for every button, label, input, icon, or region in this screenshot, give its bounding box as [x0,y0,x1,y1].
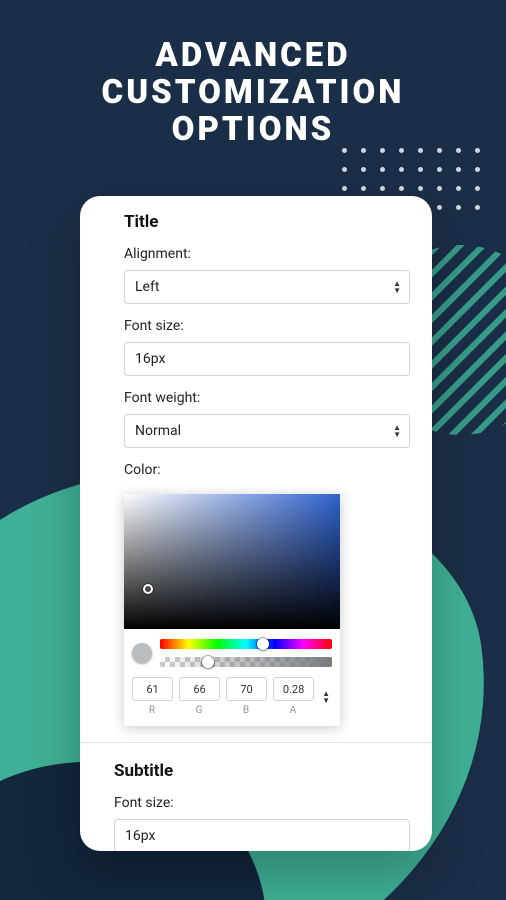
title-section-heading: Title [80,210,432,242]
fontweight-field: Font weight: Normal ▲▼ [80,386,432,458]
r-label: R [132,705,173,716]
section-divider [80,742,432,743]
settings-card: Title Alignment: Left ▲▼ Font size: 16px… [80,196,432,851]
alpha-thumb[interactable] [202,656,214,668]
r-input[interactable]: 61 [132,677,173,701]
color-mode-stepper-icon[interactable]: ▲▼ [320,690,332,704]
hero-heading: Advanced Customization Options [0,38,506,149]
alignment-select[interactable]: Left ▲▼ [124,270,410,304]
select-stepper-icon: ▲▼ [393,415,401,447]
hero-line-3: Options [0,112,506,149]
rgba-inputs: 61 R 66 G 70 B 0.28 A ▲▼ [124,673,340,726]
b-input[interactable]: 70 [226,677,267,701]
fontsize-field: Font size: 16px [80,314,432,386]
fontweight-value: Normal [135,423,181,439]
subtitle-fontsize-label: Font size: [114,795,410,811]
color-picker: 61 R 66 G 70 B 0.28 A ▲▼ [124,494,340,726]
fontsize-input[interactable]: 16px [124,342,410,376]
alpha-slider[interactable] [160,657,332,667]
hero-line-2: Customization [0,75,506,112]
hero-line-1: Advanced [0,38,506,75]
hue-slider[interactable] [160,639,332,649]
g-label: G [179,705,220,716]
b-label: B [226,705,267,716]
color-field: Color: [80,458,432,488]
g-input[interactable]: 66 [179,677,220,701]
fontweight-label: Font weight: [124,390,410,406]
subtitle-fontsize-value: 16px [125,828,155,844]
a-label: A [273,705,314,716]
select-stepper-icon: ▲▼ [393,271,401,303]
subtitle-fontsize-input[interactable]: 16px [114,819,410,851]
saturation-cursor[interactable] [143,584,153,594]
a-input[interactable]: 0.28 [273,677,314,701]
hue-thumb[interactable] [257,638,269,650]
subtitle-section-heading: Subtitle [80,759,432,791]
alignment-field: Alignment: Left ▲▼ [80,242,432,314]
alignment-value: Left [135,279,159,295]
current-color-swatch [132,643,152,663]
color-label: Color: [124,462,410,478]
promo-stage: Advanced Customization Options Title Ali… [0,0,506,900]
saturation-canvas[interactable] [124,494,340,629]
fontsize-label: Font size: [124,318,410,334]
color-sliders-row [124,629,340,673]
fontsize-value: 16px [135,351,165,367]
subtitle-fontsize-field: Font size: 16px [80,791,432,851]
fontweight-select[interactable]: Normal ▲▼ [124,414,410,448]
alignment-label: Alignment: [124,246,410,262]
